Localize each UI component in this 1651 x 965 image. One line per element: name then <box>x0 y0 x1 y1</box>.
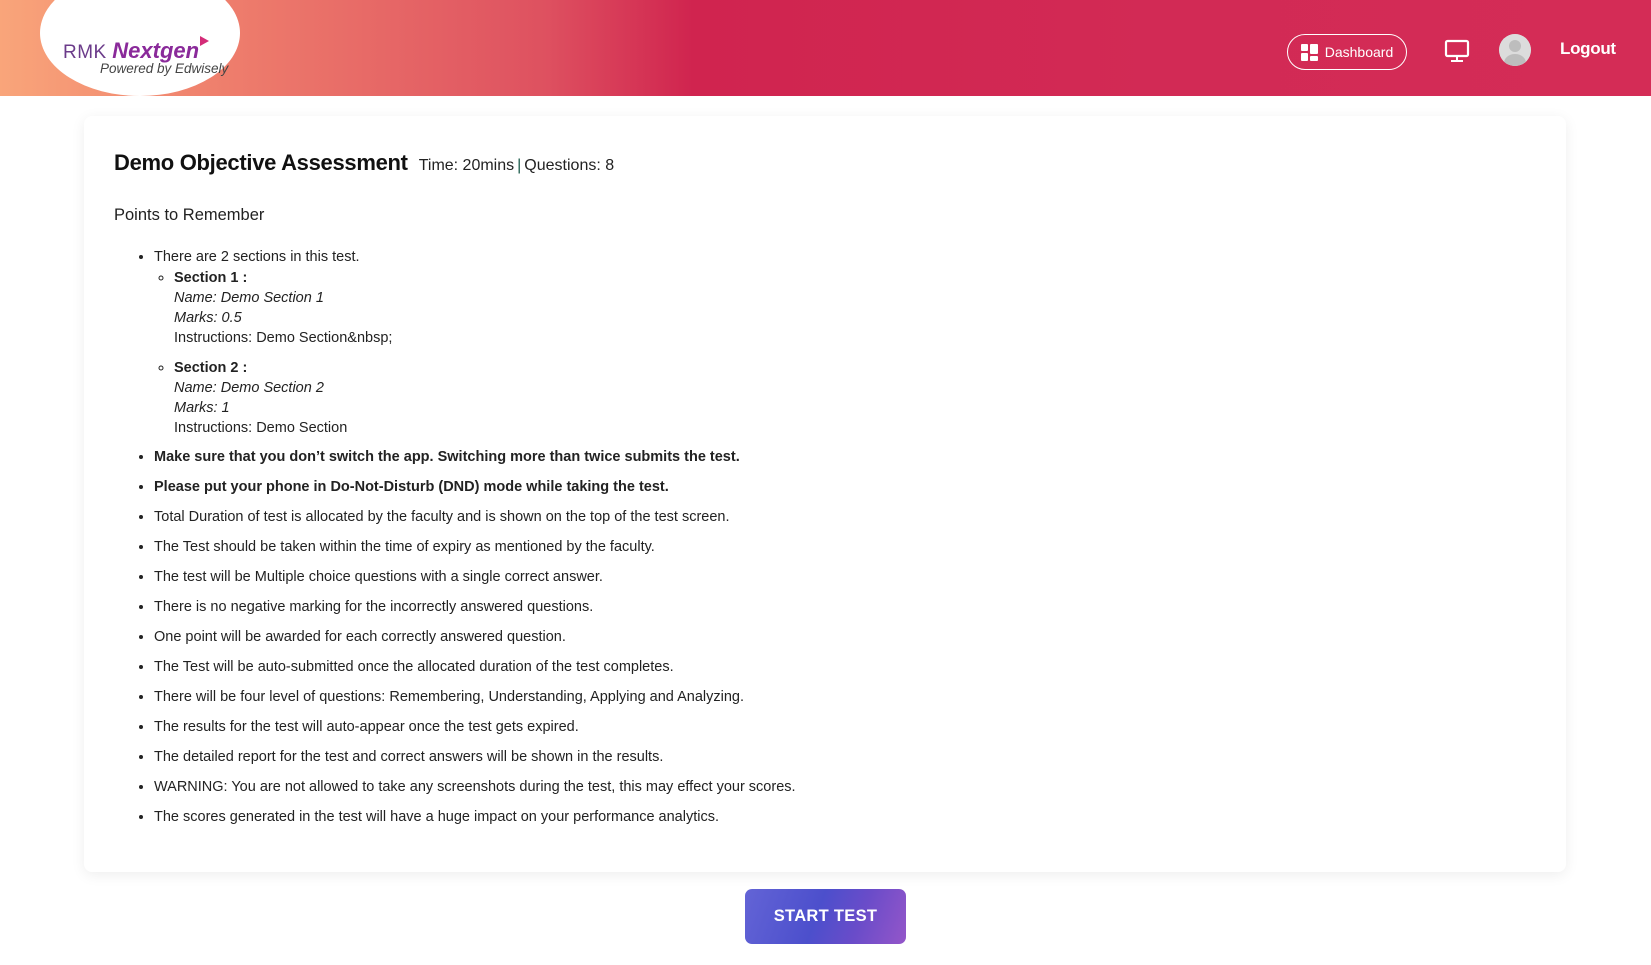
questions-label: Questions: 8 <box>524 157 615 174</box>
list-item: The Test should be taken within the time… <box>154 538 796 556</box>
list-item: The test will be Multiple choice questio… <box>154 568 796 586</box>
section-marks: Marks: 0.5 <box>174 310 242 326</box>
points-heading: Points to Remember <box>114 206 265 224</box>
list-item: One point will be awarded for each corre… <box>154 628 796 646</box>
logo-brand-name: Nextgen <box>112 38 200 63</box>
section-name: Name: Demo Section 2 <box>174 380 324 396</box>
meta-separator: | <box>517 157 522 174</box>
list-item: The detailed report for the test and cor… <box>154 748 796 766</box>
list-item: There will be four level of questions: R… <box>154 688 796 706</box>
section-name: Name: Demo Section 1 <box>174 290 324 306</box>
sections-intro: There are 2 sections in this test. <box>154 249 360 265</box>
points-list: There are 2 sections in this test. Secti… <box>154 248 796 838</box>
play-arrow-icon <box>200 36 210 46</box>
section-heading: Section 2 : <box>174 360 248 376</box>
start-test-button[interactable]: START TEST <box>745 889 906 944</box>
sections-list: Section 1 : Name: Demo Section 1 Marks: … <box>174 268 796 438</box>
logo-prefix: RMK <box>63 42 107 63</box>
dashboard-button[interactable]: Dashboard <box>1287 34 1407 70</box>
list-item: The Test will be auto-submitted once the… <box>154 658 796 676</box>
user-avatar[interactable] <box>1499 34 1531 66</box>
monitor-icon[interactable] <box>1444 39 1470 63</box>
list-item: Make sure that you don’t switch the app.… <box>154 448 796 466</box>
section-item: Section 2 : Name: Demo Section 2 Marks: … <box>174 358 796 438</box>
assessment-card: Demo Objective Assessment Time: 20mins | Q… <box>84 116 1566 872</box>
section-item: Section 1 : Name: Demo Section 1 Marks: … <box>174 268 796 348</box>
list-item: WARNING: You are not allowed to take any… <box>154 778 796 796</box>
grid-icon <box>1300 43 1318 61</box>
list-item: The results for the test will auto-appea… <box>154 718 796 736</box>
list-item: There are 2 sections in this test. Secti… <box>154 248 796 438</box>
dashboard-label: Dashboard <box>1324 44 1394 60</box>
section-heading: Section 1 : <box>174 270 248 286</box>
time-label: Time: 20mins <box>418 157 515 174</box>
section-instructions: Instructions: Demo Section&nbsp; <box>174 330 393 346</box>
list-item: There is no negative marking for the inc… <box>154 598 796 616</box>
assessment-header: Demo Objective Assessment Time: 20mins | Q… <box>114 150 614 176</box>
assessment-title: Demo Objective Assessment <box>114 150 408 175</box>
list-item: Total Duration of test is allocated by t… <box>154 508 796 526</box>
logo-tagline: Powered by Edwisely <box>100 61 229 76</box>
user-avatar-icon <box>1499 34 1531 66</box>
list-item: The scores generated in the test will ha… <box>154 808 796 826</box>
logo[interactable]: RMK Nextgen <box>63 36 210 64</box>
top-header: RMK Nextgen Powered by Edwisely Dashboar… <box>0 0 1651 96</box>
section-marks: Marks: 1 <box>174 400 230 416</box>
assessment-meta: Time: 20mins | Questions: 8 <box>419 157 614 175</box>
section-instructions: Instructions: Demo Section <box>174 420 348 436</box>
list-item: Please put your phone in Do-Not-Disturb … <box>154 478 796 496</box>
logout-link[interactable]: Logout <box>1560 39 1616 59</box>
